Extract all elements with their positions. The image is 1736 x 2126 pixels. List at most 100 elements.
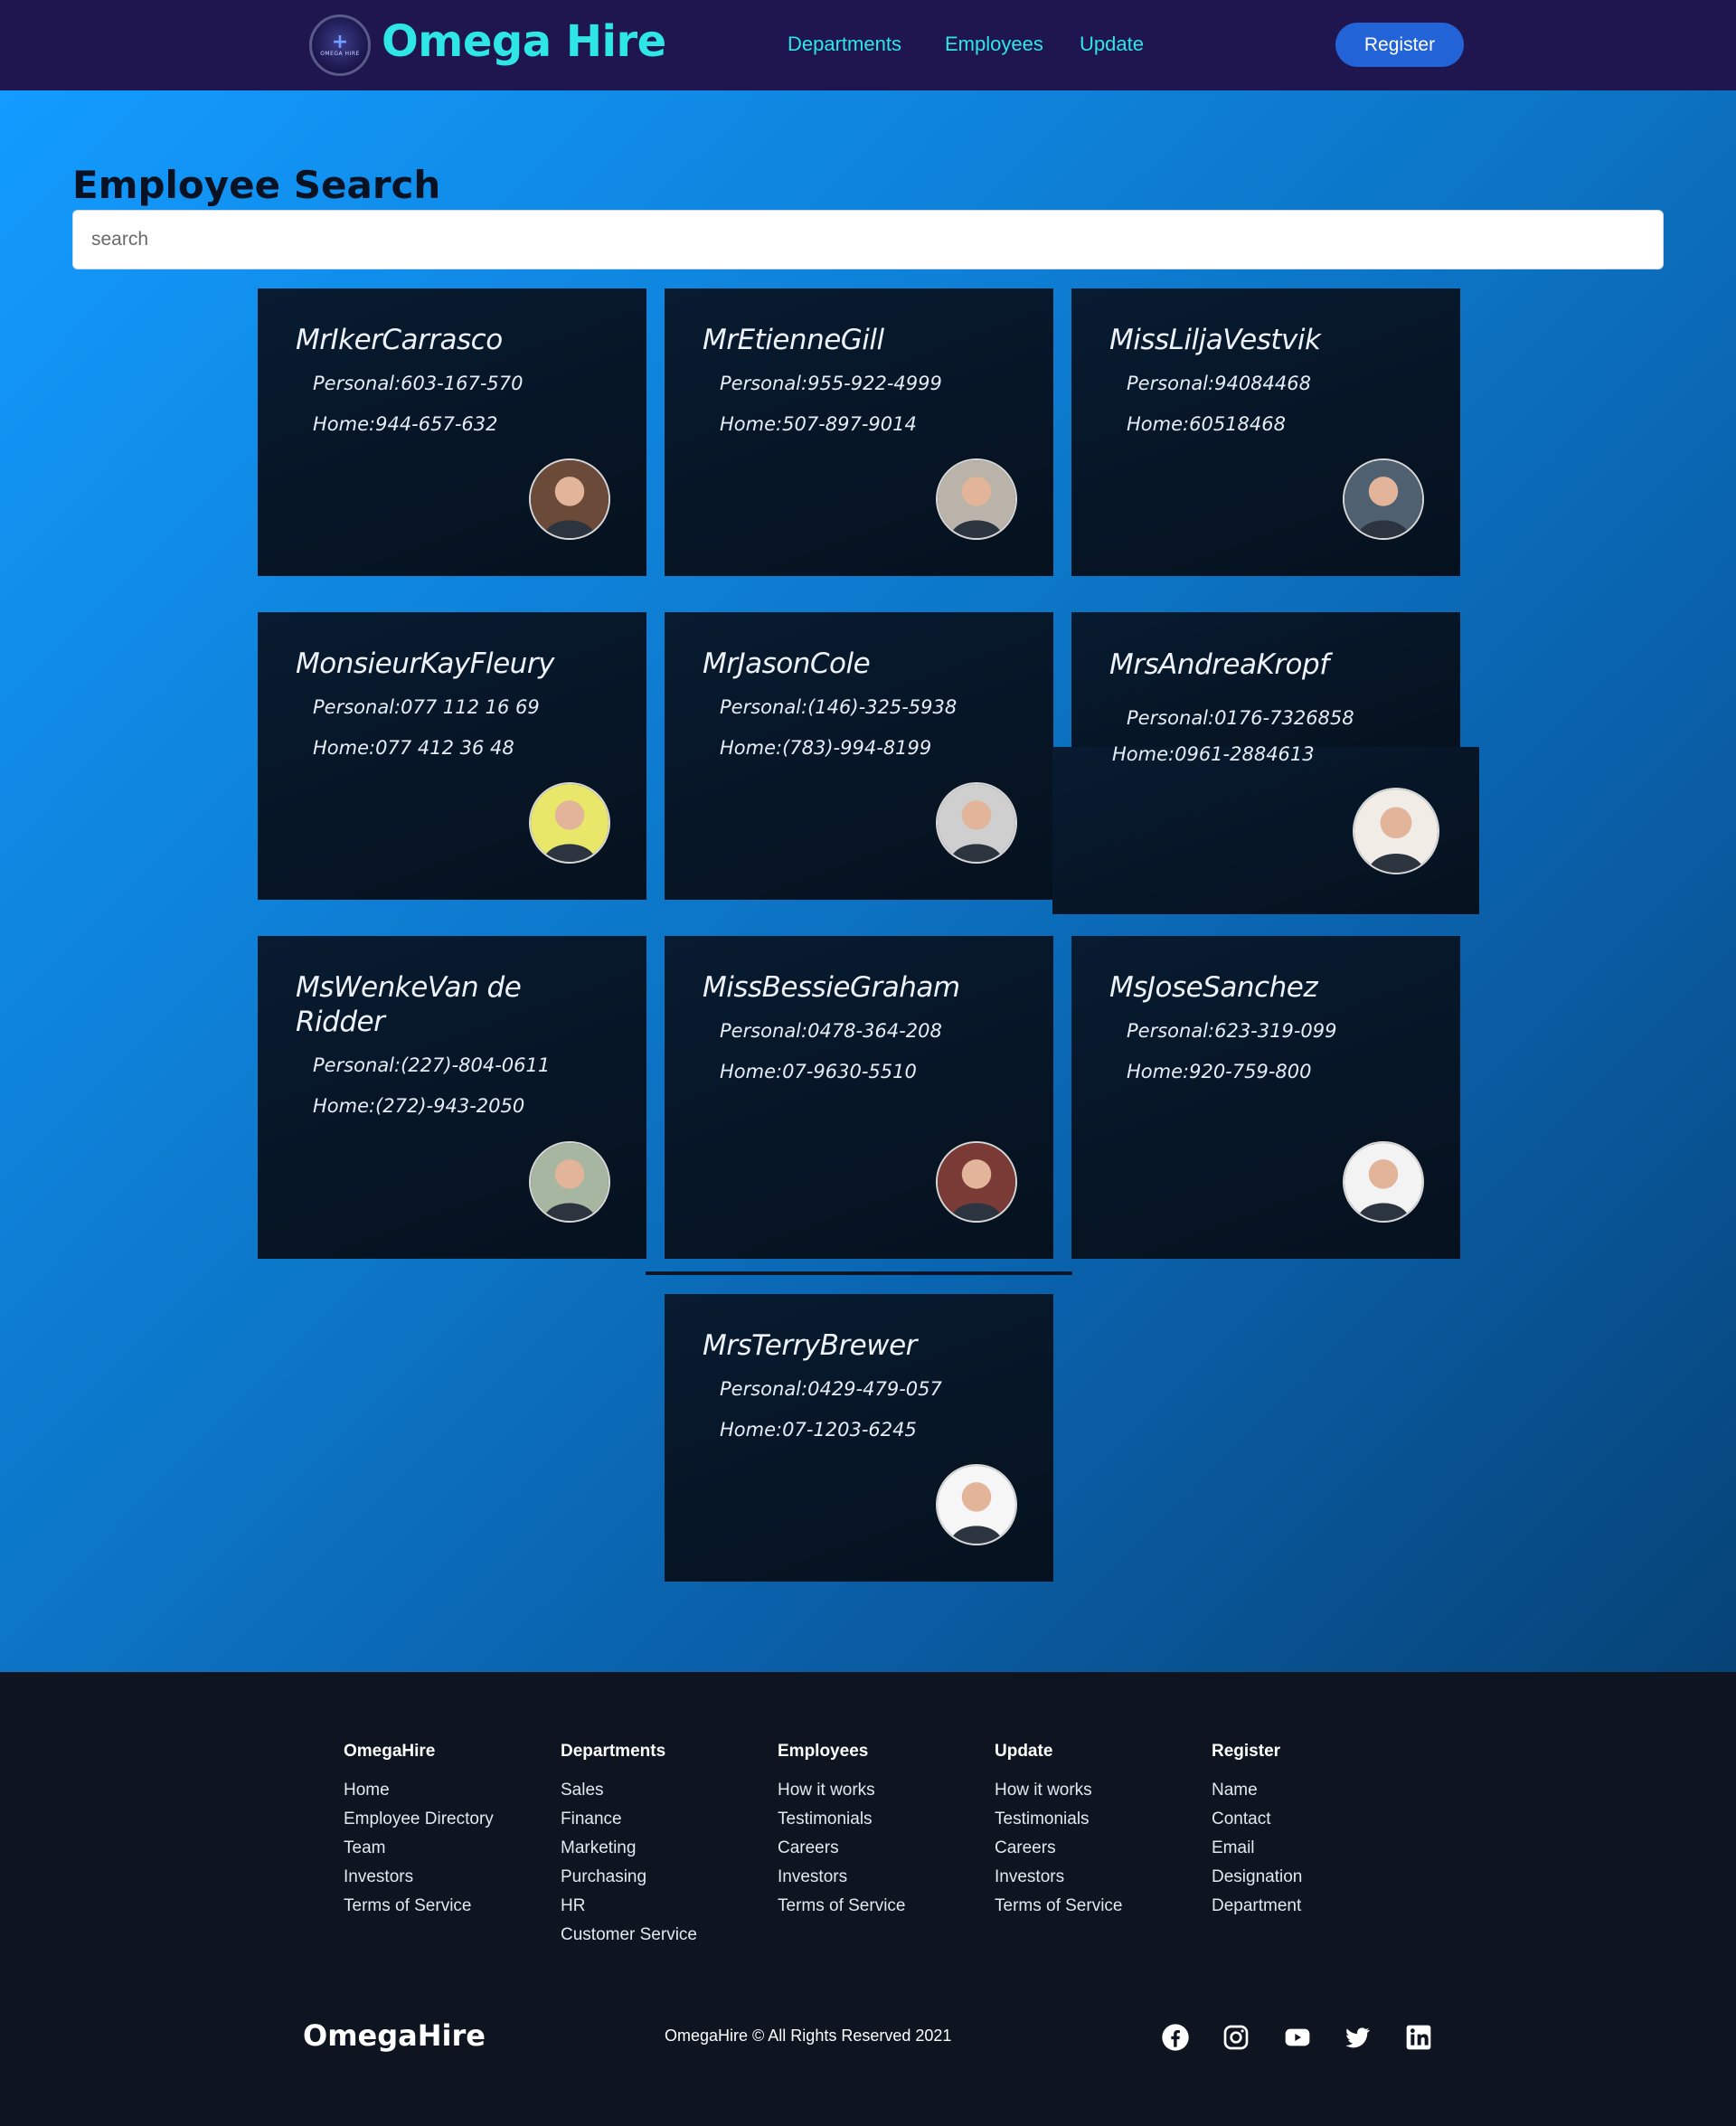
footer-link[interactable]: Terms of Service bbox=[995, 1892, 1122, 1921]
employee-personal-phone: Personal:955-922-4999 bbox=[720, 373, 942, 394]
employee-card[interactable]: MsWenkeVan de Ridder Personal:(227)-804-… bbox=[258, 936, 646, 1259]
nav-link-departments[interactable]: Departments bbox=[788, 33, 901, 56]
footer-link[interactable]: Investors bbox=[778, 1863, 905, 1892]
footer-brand[interactable]: OmegaHire bbox=[303, 2018, 486, 2053]
employee-personal-phone: Personal:0176-7326858 bbox=[1127, 707, 1354, 729]
employee-name: MissBessieGraham bbox=[703, 971, 960, 1004]
instagram-icon[interactable] bbox=[1221, 2022, 1251, 2053]
footer-column: Register Name Contact Email Designation Depar… bbox=[1212, 1742, 1302, 1921]
footer-link[interactable]: Contact bbox=[1212, 1805, 1302, 1834]
search-input[interactable] bbox=[72, 210, 1664, 269]
employee-avatar bbox=[529, 458, 610, 540]
nav-link-update[interactable]: Update bbox=[1080, 33, 1144, 56]
youtube-icon[interactable] bbox=[1282, 2022, 1313, 2053]
footer-link[interactable]: Finance bbox=[561, 1805, 697, 1834]
page-title: Employee Search bbox=[72, 163, 441, 207]
footer-link[interactable]: Department bbox=[1212, 1892, 1302, 1921]
footer-link[interactable]: Sales bbox=[561, 1776, 697, 1805]
employee-home-phone: Home:920-759-800 bbox=[1127, 1061, 1312, 1082]
employee-home-phone: Home:077 412 36 48 bbox=[313, 737, 514, 759]
employee-avatar bbox=[529, 782, 610, 864]
footer-link[interactable]: Careers bbox=[995, 1834, 1122, 1863]
employee-home-phone: Home:07-9630-5510 bbox=[720, 1061, 917, 1082]
footer: OmegaHire Home Employee Directory Team Inves… bbox=[0, 1672, 1736, 2126]
employee-card[interactable]: MsJoseSanchez Personal:623-319-099 Home:… bbox=[1071, 936, 1460, 1259]
main-content: Employee Search MrIkerCarrasco Personal:… bbox=[0, 90, 1736, 1672]
footer-link[interactable]: Team bbox=[344, 1834, 494, 1863]
employee-card[interactable]: MrJasonCole Personal:(146)-325-5938 Home… bbox=[665, 612, 1053, 900]
footer-link[interactable]: Terms of Service bbox=[778, 1892, 905, 1921]
footer-column: Update How it works Testimonials Careers Inv… bbox=[995, 1742, 1122, 1921]
employee-card[interactable]: MrEtienneGill Personal:955-922-4999 Home… bbox=[665, 288, 1053, 576]
employee-personal-phone: Personal:0478-364-208 bbox=[720, 1020, 942, 1042]
footer-link[interactable]: Marketing bbox=[561, 1834, 697, 1863]
employee-name: MissLiljaVestvik bbox=[1109, 324, 1321, 356]
footer-column: OmegaHire Home Employee Directory Team Inves… bbox=[344, 1742, 494, 1921]
footer-link[interactable]: How it works bbox=[995, 1776, 1122, 1805]
employee-home-phone: Home:944-657-632 bbox=[313, 413, 498, 435]
footer-link[interactable]: Email bbox=[1212, 1834, 1302, 1863]
footer-copyright: OmegaHire © All Rights Reserved 2021 bbox=[665, 2027, 952, 2045]
footer-link[interactable]: Testimonials bbox=[778, 1805, 905, 1834]
footer-link[interactable]: Careers bbox=[778, 1834, 905, 1863]
footer-column-title: Departments bbox=[561, 1742, 666, 1761]
footer-link[interactable]: HR bbox=[561, 1892, 697, 1921]
employee-home-phone: Home:60518468 bbox=[1127, 413, 1286, 435]
employee-name: MrIkerCarrasco bbox=[296, 324, 503, 356]
employee-personal-phone: Personal:(146)-325-5938 bbox=[720, 696, 958, 718]
footer-column-title: Employees bbox=[778, 1742, 869, 1761]
employee-card[interactable]: MissLiljaVestvik Personal:94084468 Home:… bbox=[1071, 288, 1460, 576]
employee-card[interactable]: MonsieurKayFleury Personal:077 112 16 69… bbox=[258, 612, 646, 900]
employee-home-phone: Home:507-897-9014 bbox=[720, 413, 917, 435]
footer-link[interactable]: Testimonials bbox=[995, 1805, 1122, 1834]
footer-link[interactable]: Investors bbox=[995, 1863, 1122, 1892]
logo-icon[interactable]: + OMEGA HIRE bbox=[309, 14, 371, 76]
employee-name: MonsieurKayFleury bbox=[296, 647, 554, 680]
footer-column-title: OmegaHire bbox=[344, 1742, 436, 1761]
employee-card[interactable]: MissBessieGraham Personal:0478-364-208 H… bbox=[665, 936, 1053, 1259]
employee-personal-phone: Personal:603-167-570 bbox=[313, 373, 524, 394]
employee-card[interactable]: MrIkerCarrasco Personal:603-167-570 Home… bbox=[258, 288, 646, 576]
employee-card[interactable]: MrsAndreaKropf Personal:0176-7326858 Hom… bbox=[1052, 648, 1479, 914]
footer-column: Employees How it works Testimonials Careers… bbox=[778, 1742, 905, 1921]
nav-link-employees[interactable]: Employees bbox=[945, 33, 1043, 56]
employee-avatar bbox=[1343, 1141, 1424, 1223]
employee-name: MrEtienneGill bbox=[703, 324, 884, 356]
employee-name: MsWenkeVan de Ridder bbox=[296, 971, 522, 1038]
footer-column-title: Update bbox=[995, 1742, 1053, 1761]
brand-title[interactable]: Omega Hire bbox=[382, 16, 666, 67]
employee-avatar bbox=[936, 782, 1017, 864]
employee-name: MrJasonCole bbox=[703, 647, 871, 680]
employee-avatar bbox=[1343, 458, 1424, 540]
employee-personal-phone: Personal:94084468 bbox=[1127, 373, 1311, 394]
logo-text: OMEGA HIRE bbox=[320, 50, 360, 57]
footer-column: Departments Sales Finance Marketing Purchasi… bbox=[561, 1742, 697, 1950]
employee-name: MsJoseSanchez bbox=[1109, 971, 1318, 1004]
facebook-icon[interactable] bbox=[1160, 2022, 1191, 2053]
footer-link[interactable]: Home bbox=[344, 1776, 494, 1805]
top-navbar: + OMEGA HIRE Omega Hire Departments Empl… bbox=[0, 0, 1736, 90]
footer-link[interactable]: Purchasing bbox=[561, 1863, 697, 1892]
employee-home-phone: Home:07-1203-6245 bbox=[720, 1419, 917, 1441]
employee-avatar bbox=[936, 1464, 1017, 1545]
employee-personal-phone: Personal:(227)-804-0611 bbox=[313, 1054, 551, 1076]
footer-link[interactable]: Investors bbox=[344, 1863, 494, 1892]
footer-link[interactable]: Terms of Service bbox=[344, 1892, 494, 1921]
divider bbox=[646, 1271, 1072, 1275]
employee-name: MrsAndreaKropf bbox=[1109, 648, 1329, 681]
register-button[interactable]: Register bbox=[1335, 23, 1464, 67]
twitter-icon[interactable] bbox=[1342, 2022, 1373, 2053]
linkedin-icon[interactable] bbox=[1403, 2022, 1434, 2053]
employee-personal-phone: Personal:077 112 16 69 bbox=[313, 696, 540, 718]
employee-avatar bbox=[936, 458, 1017, 540]
footer-link[interactable]: Employee Directory bbox=[344, 1805, 494, 1834]
footer-link[interactable]: Designation bbox=[1212, 1863, 1302, 1892]
footer-link[interactable]: Name bbox=[1212, 1776, 1302, 1805]
employee-card[interactable]: MrsTerryBrewer Personal:0429-479-057 Hom… bbox=[665, 1294, 1053, 1582]
employee-avatar bbox=[1353, 788, 1439, 874]
footer-link[interactable]: Customer Service bbox=[561, 1921, 697, 1950]
footer-link[interactable]: How it works bbox=[778, 1776, 905, 1805]
employee-home-phone: Home:(783)-994-8199 bbox=[720, 737, 932, 759]
footer-column-title: Register bbox=[1212, 1742, 1281, 1761]
employee-home-phone: Home:0961-2884613 bbox=[1112, 743, 1315, 765]
